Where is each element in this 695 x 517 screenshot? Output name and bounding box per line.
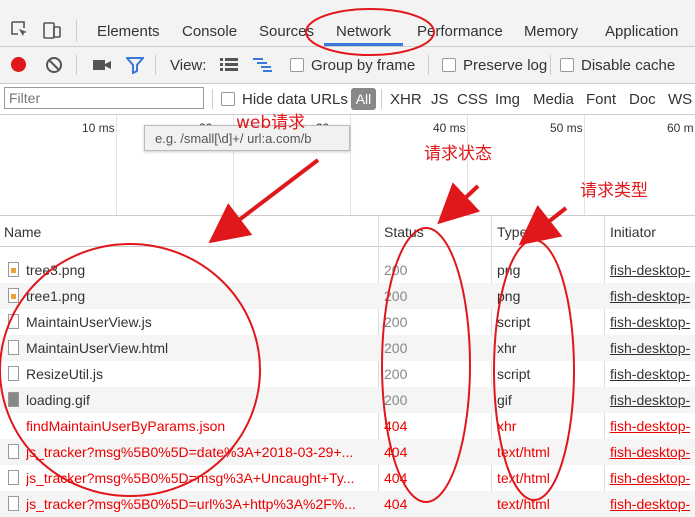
annotation-request-status: 请求状态	[424, 144, 492, 164]
request-status-arrow	[437, 182, 481, 225]
type-column-highlight-ellipse	[493, 239, 575, 501]
status-column-highlight-ellipse	[381, 227, 471, 503]
network-tab-highlight-ellipse	[305, 8, 435, 56]
annotation-request-type: 请求类型	[580, 181, 648, 201]
web-request-arrow	[208, 158, 320, 244]
request-names-highlight-ellipse	[0, 243, 261, 497]
annotation-web-request: web请求	[236, 113, 306, 133]
annotation-overlay	[0, 8, 575, 503]
request-type-arrow	[518, 204, 568, 246]
